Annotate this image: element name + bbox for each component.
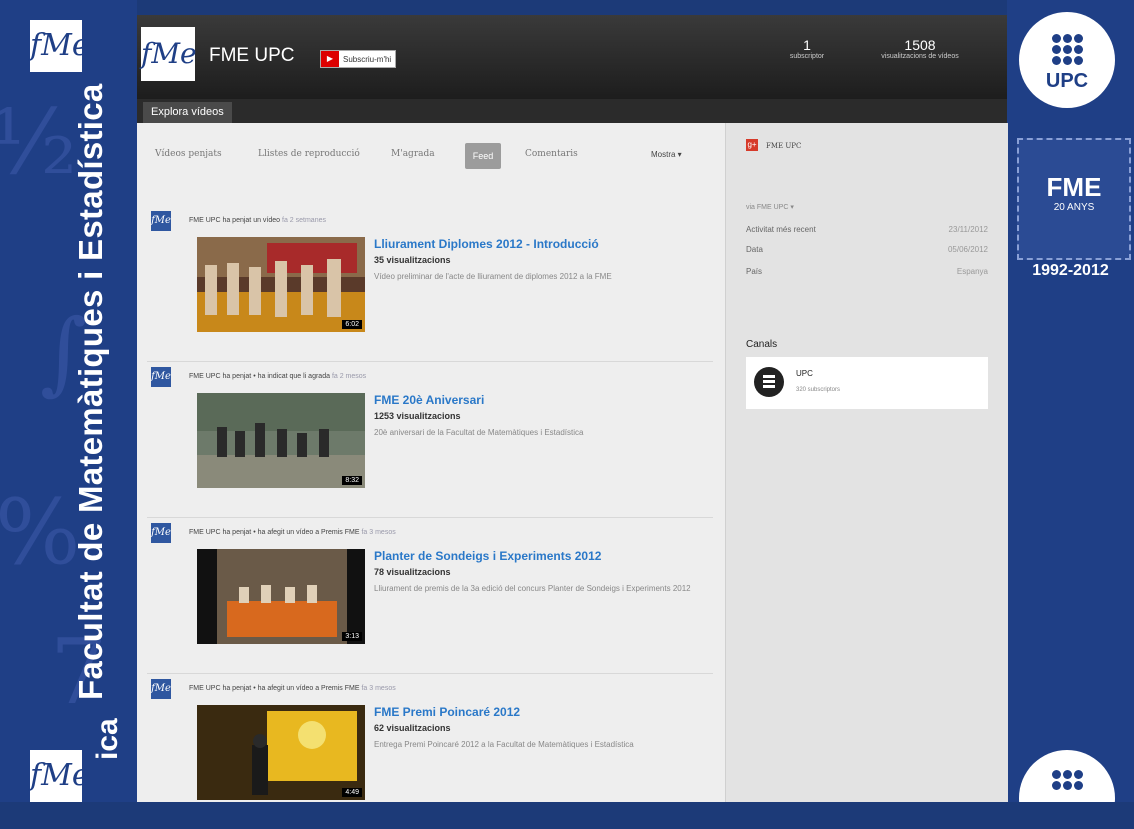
channel-card-subs: 320 subscriptors [796,387,841,393]
thumbnail-image [197,393,365,488]
subnav-playlists[interactable]: Llistes de reproducció [258,149,360,159]
thumbnail-image [197,549,365,644]
activity-text: FME UPC ha penjat • ha afegit un vídeo a… [189,529,360,536]
activity-ago: fa 2 setmanes [282,217,326,224]
upc-logo-label: UPC [1045,70,1089,92]
channel-page: fMe FME UPC ▶ Subscriu-m'hi 1 subscripto… [137,15,1008,802]
channel-avatar-small[interactable]: fMe [151,523,171,543]
upc-logo: UPC [1019,12,1115,108]
video-duration: 3:13 [342,632,362,641]
video-description: Entrega Premi Poincaré 2012 a la Faculta… [374,740,634,749]
tab-explore-videos[interactable]: Explora vídeos [143,102,232,123]
subscribe-label: Subscriu-m'hi [343,54,392,64]
video-duration: 4:49 [342,788,362,797]
video-thumbnail[interactable]: 6:02 [197,237,365,332]
activity-line: FME UPC ha penjat • ha indicat que li ag… [189,373,366,380]
activity-ago: fa 3 mesos [361,529,396,536]
video-title[interactable]: FME 20è Aniversari [374,393,484,407]
thumbnail-image [197,237,365,332]
feed-column: Vídeos penjats Llistes de reproducció M'… [137,123,725,802]
channel-header: fMe FME UPC ▶ Subscriu-m'hi 1 subscripto… [137,15,1007,99]
activity-line: FME UPC ha penjat • ha afegit un vídeo a… [189,529,396,536]
subscriber-stat: 1 subscriptor [777,37,837,60]
show-dropdown[interactable]: Mostra ▾ [651,150,682,159]
channel-sidebar: g+ FME UPC via FME UPC ▾ Activitat més r… [725,123,1008,802]
video-description: Lliurament de premis de la 3a edició del… [374,584,691,593]
info-label: Data [746,245,763,254]
video-duration: 8:32 [342,476,362,485]
channel-card-upc[interactable]: UPC 320 subscriptors [746,357,988,409]
fme20-title: FME [1046,172,1102,202]
video-title[interactable]: Planter de Sondeigs i Experiments 2012 [374,549,601,563]
channel-avatar-small[interactable]: fMe [151,679,171,699]
feed-item: fMe FME UPC ha penjat un vídeo fa 2 setm… [147,211,713,362]
channel-avatar[interactable]: fMe [141,27,197,81]
channel-name[interactable]: FME UPC [209,45,295,67]
video-views: 1253 visualitzacions [374,411,461,421]
activity-text: FME UPC ha penjat • ha afegit un vídeo a… [189,685,360,692]
faculty-title-fragment: ica [91,718,124,760]
video-duration: 6:02 [342,320,362,329]
feed-item: fMe FME UPC ha penjat • ha indicat que l… [147,367,713,518]
anniversary-years: 1992-2012 [1032,262,1109,279]
activity-line: FME UPC ha penjat • ha afegit un vídeo a… [189,685,396,692]
video-thumbnail[interactable]: 4:49 [197,705,365,800]
subnav-feed[interactable]: Feed [465,143,501,169]
channel-avatar-small[interactable]: fMe [151,367,171,387]
channel-card-name[interactable]: UPC [796,369,813,378]
channels-heading: Canals [746,339,778,350]
thumbnail-image [197,705,365,800]
channel-subnav: Vídeos penjats Llistes de reproducció M'… [137,123,725,183]
info-label: País [746,267,763,276]
activity-text: FME UPC ha penjat un vídeo [189,217,281,224]
subscriber-count: 1 [803,37,811,53]
activity-text: FME UPC ha penjat • ha indicat que li ag… [189,373,330,380]
feed-item: fMe FME UPC ha penjat • ha afegit un víd… [147,679,713,829]
youtube-icon: ▶ [321,51,339,67]
activity-ago: fa 2 mesos [331,373,367,380]
subnav-uploaded[interactable]: Vídeos penjats [155,149,222,159]
views-stat: 1508 visualitzacions de vídeos [865,37,975,60]
fme-logo: fMe [30,20,90,72]
activity-ago: fa 3 mesos [361,685,396,692]
fme-20-anys-badge: FME 20 ANYS [1017,138,1131,260]
info-value: Espanya [956,267,988,276]
upc-logo-bottom [1019,750,1115,802]
info-value: 23/11/2012 [948,225,988,234]
video-views: 78 visualitzacions [374,567,451,577]
video-title[interactable]: FME Premi Poincaré 2012 [374,705,520,719]
video-description: Vídeo preliminar de l'acte de lliurament… [374,272,612,281]
upc-channel-icon [754,367,784,397]
activity-line: FME UPC ha penjat un vídeo fa 2 setmanes [189,217,326,224]
video-description: 20è aniversari de la Facultat de Matemàt… [374,428,584,437]
google-plus-name[interactable]: FME UPC [766,142,801,150]
info-row-date: Data 05/06/2012 [746,245,988,254]
fme20-subtitle: 20 ANYS [1053,202,1095,213]
tab-bar: Explora vídeos [137,99,1007,123]
subscribe-button[interactable]: ▶ Subscriu-m'hi [320,50,397,68]
video-views: 35 visualitzacions [374,255,451,265]
video-thumbnail[interactable]: 8:32 [197,393,365,488]
video-thumbnail[interactable]: 3:13 [197,549,365,644]
left-banner: ½ ∫ % 7 fMe Facultat de Matemàtiques i E… [0,0,137,802]
info-label: Activitat més recent [746,225,816,234]
faculty-title: Facultat de Matemàtiques i Estadística [72,83,109,700]
subscriber-label: subscriptor [789,53,825,60]
info-row-country: País Espanya [746,267,988,276]
via-dropdown[interactable]: via FME UPC ▾ [746,203,794,211]
right-banner: UPC FME 20 ANYS 1992-2012 [1007,0,1134,802]
google-plus-icon[interactable]: g+ [746,139,758,151]
subnav-comments[interactable]: Comentaris [525,149,578,159]
views-count: 1508 [904,37,936,53]
channel-avatar-small[interactable]: fMe [151,211,171,231]
fme-logo-bottom: fMe [30,750,90,802]
views-label: visualitzacions de vídeos [881,53,959,60]
video-views: 62 visualitzacions [374,723,451,733]
info-row-latest: Activitat més recent 23/11/2012 [746,225,988,234]
video-title[interactable]: Lliurament Diplomes 2012 - Introducció [374,237,599,251]
info-value: 05/06/2012 [947,245,988,254]
feed-item: fMe FME UPC ha penjat • ha afegit un víd… [147,523,713,674]
subnav-likes[interactable]: M'agrada [391,149,435,159]
